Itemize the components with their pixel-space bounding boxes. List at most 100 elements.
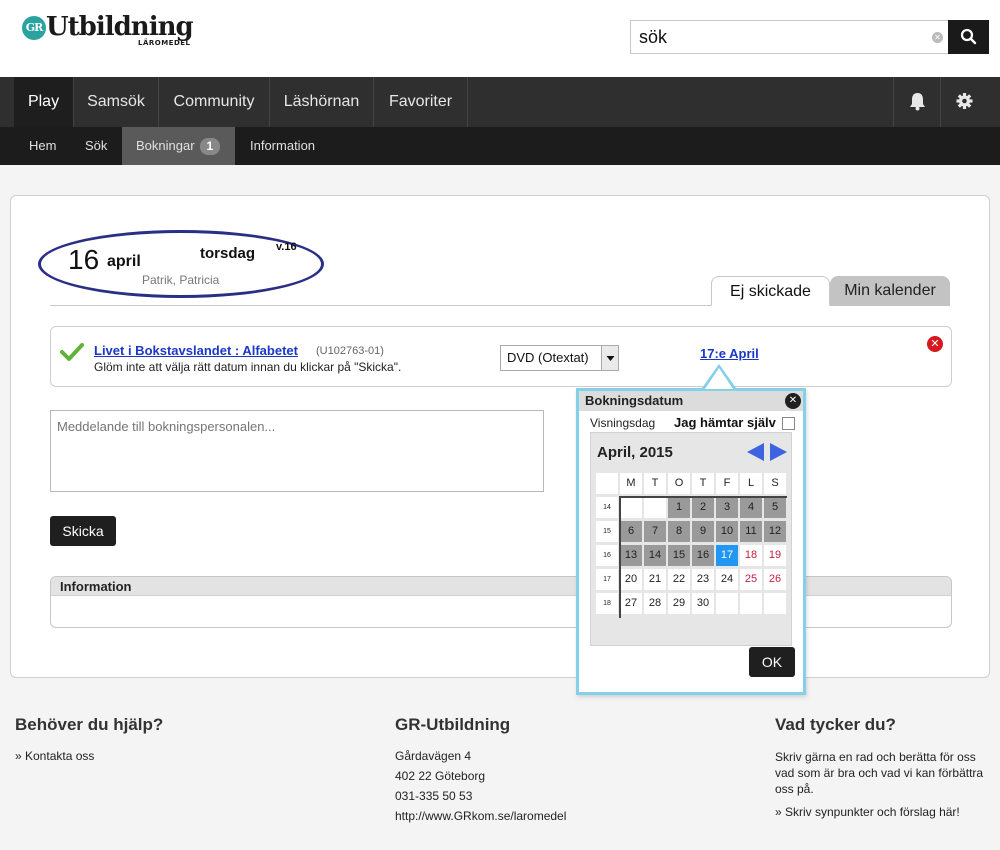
bell-icon xyxy=(910,93,925,111)
calendar-day: 16 xyxy=(692,545,714,566)
prev-month-arrow-icon[interactable] xyxy=(747,443,764,461)
main-nav: Play Samsök Community Läshörnan Favorite… xyxy=(0,77,1000,127)
calendar-empty-cell xyxy=(620,497,642,518)
calendar-day[interactable]: 21 xyxy=(644,569,666,590)
calendar-day[interactable]: 18 xyxy=(740,545,762,566)
date-day: 16 xyxy=(68,244,100,275)
calendar-day: 10 xyxy=(716,521,738,542)
pickup-self-label: Jag hämtar själv xyxy=(674,415,776,430)
name-day-names: Patrik, Patricia xyxy=(142,273,220,287)
subnav-bokningar-label: Bokningar xyxy=(136,138,195,153)
calendar-week-number: 17 xyxy=(596,569,618,590)
checkmark-icon xyxy=(60,343,84,361)
subnav-bokningar[interactable]: Bokningar 1 xyxy=(122,127,235,165)
booking-code: (U102763-01) xyxy=(316,345,384,357)
next-month-arrow-icon[interactable] xyxy=(770,443,787,461)
calendar-divider xyxy=(619,496,787,498)
calendar-month-title: April, 2015 xyxy=(597,444,673,461)
information-title: Information xyxy=(51,577,951,596)
calendar-day-header: T xyxy=(644,473,666,494)
calendar-empty-cell xyxy=(740,593,762,614)
date-weekday: torsdag xyxy=(200,245,256,262)
calendar-day: 14 xyxy=(644,545,666,566)
search-icon xyxy=(960,28,977,45)
footer-address: Gårdavägen 4 xyxy=(395,749,472,763)
calendar-divider xyxy=(619,497,621,618)
calendar-empty-cell xyxy=(644,497,666,518)
search-button[interactable] xyxy=(948,20,989,54)
ok-button[interactable]: OK xyxy=(749,647,795,677)
notifications-button[interactable] xyxy=(893,77,940,127)
close-icon[interactable]: ✕ xyxy=(785,393,801,409)
footer-postal: 402 22 Göteborg xyxy=(395,769,486,783)
pickup-self-checkbox[interactable] xyxy=(782,417,795,430)
date-month: april xyxy=(107,253,141,270)
nav-lashornan[interactable]: Läshörnan xyxy=(270,77,374,127)
subnav-sok[interactable]: Sök xyxy=(85,127,107,165)
footer-org-title: GR-Utbildning xyxy=(395,715,511,734)
send-button[interactable]: Skicka xyxy=(50,516,116,546)
calendar-day[interactable]: 30 xyxy=(692,593,714,614)
format-select[interactable]: DVD (Otextat) xyxy=(500,345,619,371)
message-textarea[interactable] xyxy=(50,410,544,492)
nav-favoriter[interactable]: Favoriter xyxy=(374,77,468,127)
footer-phone: 031-335 50 53 xyxy=(395,789,473,803)
popup-pointer-inner xyxy=(705,368,733,389)
calendar-day[interactable]: 19 xyxy=(764,545,786,566)
tab-min-kalender[interactable]: Min kalender xyxy=(830,276,950,306)
calendar-day[interactable]: 20 xyxy=(620,569,642,590)
calendar-day: 7 xyxy=(644,521,666,542)
information-box: Information xyxy=(50,576,952,628)
logo-subtitle: LÄROMEDEL xyxy=(138,39,191,47)
search-bar: ✕ xyxy=(630,20,989,54)
calendar-week-number: 18 xyxy=(596,593,618,614)
calendar-week-number: 16 xyxy=(596,545,618,566)
booking-note: Glöm inte att välja rätt datum innan du … xyxy=(94,360,402,374)
date-week-number: v.16 xyxy=(276,241,297,253)
logo-text: Utbildning xyxy=(46,12,194,42)
calendar-day[interactable]: 24 xyxy=(716,569,738,590)
calendar-day-header: F xyxy=(716,473,738,494)
calendar-day-header: O xyxy=(668,473,690,494)
tab-ej-skickade[interactable]: Ej skickade xyxy=(711,276,830,306)
calendar-day: 5 xyxy=(764,497,786,518)
calendar-day-header: M xyxy=(620,473,642,494)
logo-badge: GR xyxy=(22,16,46,40)
calendar-day[interactable]: 17 xyxy=(716,545,738,566)
calendar-day: 8 xyxy=(668,521,690,542)
calendar-day-header: L xyxy=(740,473,762,494)
calendar-week-number: 14 xyxy=(596,497,618,518)
calendar-day: 11 xyxy=(740,521,762,542)
remove-booking-icon[interactable]: ✕ xyxy=(927,336,943,352)
subnav-hem[interactable]: Hem xyxy=(29,127,56,165)
footer-feedback-link[interactable]: » Skriv synpunkter och förslag här! xyxy=(775,802,960,822)
calendar-day: 2 xyxy=(692,497,714,518)
footer-help-title: Behöver du hjälp? xyxy=(15,715,164,734)
search-input[interactable] xyxy=(630,20,948,54)
nav-community[interactable]: Community xyxy=(159,77,270,127)
calendar-day[interactable]: 23 xyxy=(692,569,714,590)
nav-samsok[interactable]: Samsök xyxy=(74,77,159,127)
footer-website-link[interactable]: http://www.GRkom.se/laromedel xyxy=(395,806,566,826)
select-arrow xyxy=(601,346,618,370)
calendar-day[interactable]: 29 xyxy=(668,593,690,614)
calendar-day[interactable]: 26 xyxy=(764,569,786,590)
calendar-day[interactable]: 28 xyxy=(644,593,666,614)
settings-button[interactable] xyxy=(940,77,987,127)
clear-search-icon[interactable]: ✕ xyxy=(932,32,943,43)
calendar-day: 1 xyxy=(668,497,690,518)
calendar-day[interactable]: 27 xyxy=(620,593,642,614)
calendar-day[interactable]: 22 xyxy=(668,569,690,590)
calendar-day: 3 xyxy=(716,497,738,518)
chevron-down-icon xyxy=(606,356,615,361)
booking-title-link[interactable]: Livet i Bokstavslandet : Alfabetet xyxy=(94,343,298,358)
calendar-day: 4 xyxy=(740,497,762,518)
nav-play[interactable]: Play xyxy=(14,77,74,127)
footer-contact-link[interactable]: » Kontakta oss xyxy=(15,746,94,766)
calendar-corner xyxy=(596,473,618,494)
calendar-day[interactable]: 25 xyxy=(740,569,762,590)
booking-date-link[interactable]: 17:e April xyxy=(700,346,759,361)
calendar-day-header: S xyxy=(764,473,786,494)
subnav-information[interactable]: Information xyxy=(250,127,315,165)
gear-icon xyxy=(956,93,973,109)
